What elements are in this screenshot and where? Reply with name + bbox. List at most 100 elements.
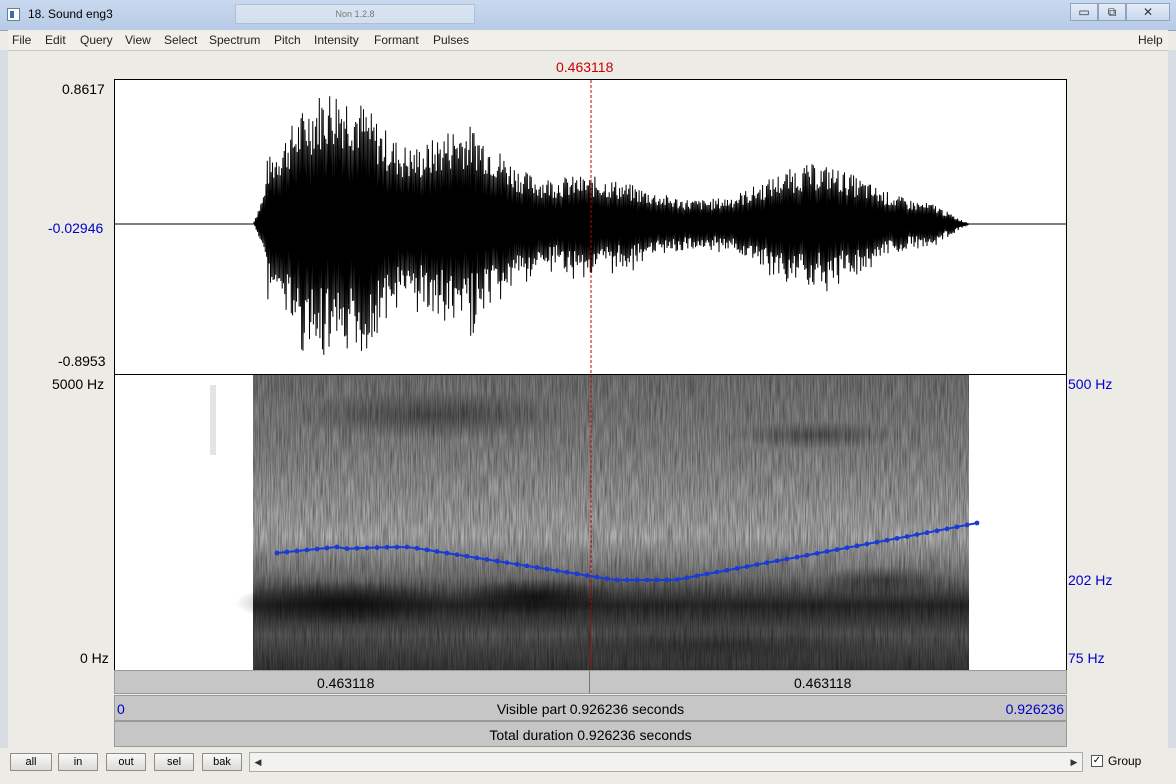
pitch-point xyxy=(614,577,620,583)
menu-bar: File Edit Query View Select Spectrum Pit… xyxy=(8,30,1168,51)
pitch-point xyxy=(844,545,850,551)
background-window-label: Non 1.2.8 xyxy=(335,9,375,19)
pitch-point xyxy=(554,568,560,574)
menu-file[interactable]: File xyxy=(12,33,31,47)
menu-help[interactable]: Help xyxy=(1138,33,1163,47)
pitch-point xyxy=(794,554,800,560)
visible-part-bar[interactable]: 0 Visible part 0.926236 seconds 0.926236 xyxy=(114,695,1067,721)
horizontal-scrollbar[interactable] xyxy=(249,752,1083,772)
window-border-left xyxy=(0,50,8,750)
waveform-min-label: -0.8953 xyxy=(58,353,106,369)
pitch-point xyxy=(494,558,500,564)
menu-view[interactable]: View xyxy=(125,33,151,47)
pitch-point xyxy=(974,520,980,526)
close-icon: ✕ xyxy=(1142,5,1154,19)
menu-pulses[interactable]: Pulses xyxy=(433,33,469,47)
zoom-all-button[interactable]: all xyxy=(10,753,52,771)
pitch-point xyxy=(544,566,550,572)
pitch-point xyxy=(444,550,450,556)
spectrogram-panel[interactable] xyxy=(114,375,1067,670)
pitch-point xyxy=(834,547,840,553)
pitch-point xyxy=(414,545,420,551)
spectrogram-faint-onset xyxy=(210,385,216,455)
zoom-out-button[interactable]: out xyxy=(106,753,146,771)
title-bar xyxy=(0,0,1176,31)
pitch-point xyxy=(364,545,370,551)
pitch-point xyxy=(484,557,490,562)
scroll-left-arrow-icon[interactable]: ◀ xyxy=(249,752,267,772)
pitch-point xyxy=(864,541,870,547)
spectrogram-graph xyxy=(210,375,980,670)
menu-query[interactable]: Query xyxy=(80,33,113,47)
pitch-point xyxy=(474,555,480,561)
zoom-back-button[interactable]: bak xyxy=(202,753,242,771)
selection-divider xyxy=(589,671,590,693)
pitch-point xyxy=(704,571,710,577)
pitch-point xyxy=(764,560,770,566)
pitch-point xyxy=(304,547,310,553)
pitch-point xyxy=(604,576,610,582)
menu-select[interactable]: Select xyxy=(164,33,197,47)
pitch-point xyxy=(294,548,300,554)
pitch-point xyxy=(534,565,540,570)
pitch-point xyxy=(914,532,920,538)
pitch-bottom-label: 75 Hz xyxy=(1068,650,1105,666)
visible-part-label: Visible part 0.926236 seconds xyxy=(496,701,685,717)
pitch-point xyxy=(884,537,890,543)
pitch-point xyxy=(574,571,580,577)
pitch-point xyxy=(754,562,760,568)
menu-pitch[interactable]: Pitch xyxy=(274,33,301,47)
total-duration-bar[interactable]: Total duration 0.926236 seconds xyxy=(114,721,1067,747)
minimize-icon: ▭ xyxy=(1078,5,1090,19)
menu-formant[interactable]: Formant xyxy=(374,33,419,47)
menu-intensity[interactable]: Intensity xyxy=(314,33,359,47)
pitch-point xyxy=(654,577,660,583)
selection-left-label: 0.463118 xyxy=(317,675,375,691)
pitch-point xyxy=(384,544,390,550)
pitch-point xyxy=(594,574,600,580)
pitch-point xyxy=(904,534,910,539)
pitch-point xyxy=(924,530,930,536)
app-icon xyxy=(7,8,20,21)
close-button[interactable]: ✕ xyxy=(1126,3,1170,21)
maximize-button[interactable]: ⧉ xyxy=(1098,3,1126,21)
menu-edit[interactable]: Edit xyxy=(45,33,66,47)
pitch-point xyxy=(874,539,880,545)
pitch-point xyxy=(424,547,430,553)
pitch-point xyxy=(394,544,400,550)
pitch-point xyxy=(774,558,780,564)
pitch-point xyxy=(354,545,360,551)
pitch-top-label: 500 Hz xyxy=(1068,376,1113,392)
pitch-point xyxy=(584,573,590,578)
pitch-point xyxy=(784,556,790,562)
pitch-point xyxy=(934,528,940,534)
spectrogram-top-label: 5000 Hz xyxy=(52,376,105,392)
total-duration-label: Total duration 0.926236 seconds xyxy=(489,727,692,743)
pitch-point xyxy=(314,546,320,552)
background-window-tab: Non 1.2.8 xyxy=(235,4,475,24)
pitch-point xyxy=(464,553,470,559)
pitch-point xyxy=(944,526,950,532)
scroll-right-arrow-icon[interactable]: ▶ xyxy=(1065,752,1083,772)
group-checkbox[interactable]: ✓ xyxy=(1091,755,1103,767)
selection-bar[interactable]: 0.463118 0.463118 xyxy=(114,670,1067,694)
group-label: Group xyxy=(1108,754,1142,768)
zoom-sel-button[interactable]: sel xyxy=(154,753,194,771)
pitch-point xyxy=(524,563,530,569)
pitch-point xyxy=(694,573,700,579)
zoom-in-button[interactable]: in xyxy=(58,753,98,771)
pitch-point xyxy=(514,561,520,567)
pitch-point xyxy=(564,569,570,575)
pitch-point xyxy=(674,577,680,583)
selection-right-label: 0.463118 xyxy=(794,675,852,691)
pitch-point xyxy=(644,577,650,583)
menu-spectrum[interactable]: Spectrum xyxy=(209,33,260,47)
minimize-button[interactable]: ▭ xyxy=(1070,3,1098,21)
pitch-point xyxy=(404,544,410,550)
pitch-point xyxy=(664,577,670,583)
window-border-right xyxy=(1168,50,1176,750)
pitch-point xyxy=(804,552,810,558)
pitch-point xyxy=(954,524,960,530)
waveform-panel[interactable] xyxy=(114,79,1067,375)
pitch-point xyxy=(964,522,970,528)
